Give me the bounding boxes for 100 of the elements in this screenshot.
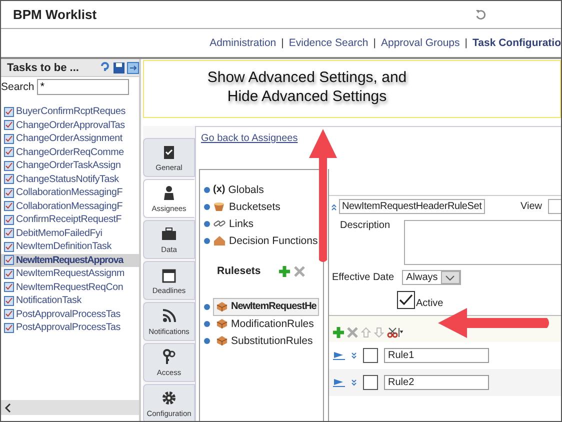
ruleset-name-field[interactable]: NewItemRequestHeaderRuleSet: [339, 199, 485, 214]
feed-icon: [161, 308, 177, 324]
add-icon[interactable]: [333, 326, 344, 338]
task-icon: [4, 268, 14, 279]
ruleset-item[interactable]: SubstitutionRules: [213, 332, 316, 350]
house-icon: [213, 235, 226, 246]
separator: |: [373, 37, 376, 49]
task-item[interactable]: DebitMemoFailedFyi: [1, 226, 139, 240]
task-icon: [4, 214, 14, 225]
description-field[interactable]: [404, 220, 561, 265]
save-icon[interactable]: [113, 62, 125, 74]
dictionary-item[interactable]: Bucketsets: [229, 200, 280, 212]
section-title: Rulesets: [217, 265, 261, 277]
rule-name-field[interactable]: Rule2: [384, 375, 489, 390]
task-item[interactable]: NewItemRequestApprova: [1, 254, 139, 267]
effective-date-dropdown[interactable]: Always: [402, 270, 461, 285]
ruleset-icon: [216, 301, 228, 312]
chevron-down-icon: [445, 274, 456, 280]
task-icon: [4, 242, 14, 252]
ruleset-icon: [216, 318, 228, 329]
collapse-icon[interactable]: [351, 378, 357, 386]
expand-icon[interactable]: [333, 351, 345, 360]
task-item[interactable]: ChangeOrderTaskAssign: [1, 159, 139, 172]
dictionary-item[interactable]: Globals: [228, 184, 264, 196]
ruleset-icon: [216, 335, 228, 346]
task-item[interactable]: ConfirmReceiptRequestF: [1, 213, 139, 226]
task-icon: [4, 134, 14, 144]
task-item[interactable]: NewItemRequestReqCon: [1, 280, 139, 294]
task-icon: [4, 147, 14, 158]
task-item[interactable]: PostApprovalProcessTas: [1, 308, 139, 321]
link-icon: [213, 218, 226, 229]
bullet-icon: [204, 304, 210, 310]
task-icon: [4, 309, 14, 320]
dictionary-item[interactable]: Decision Functions: [229, 234, 318, 246]
help-icon[interactable]: [99, 62, 111, 74]
active-checkbox[interactable]: [397, 291, 415, 309]
task-item[interactable]: NewItemDefinitionTask: [1, 240, 139, 254]
task-item[interactable]: CollaborationMessagingF: [1, 186, 139, 200]
rule-checkbox[interactable]: [363, 348, 378, 363]
ruleset-item[interactable]: NewItemRequestHe: [213, 298, 320, 316]
back-link[interactable]: Go back to Assignees: [201, 133, 298, 144]
task-item[interactable]: ChangeOrderReqComme: [1, 146, 139, 159]
ruleset-item[interactable]: ModificationRules: [213, 314, 317, 332]
delete-icon[interactable]: [294, 266, 305, 276]
task-icon: [4, 296, 14, 306]
keys-icon: [161, 348, 177, 364]
bucket-icon: [213, 201, 226, 212]
task-icon: [4, 322, 14, 333]
task-item[interactable]: ChangeStatusNotifyTask: [1, 172, 139, 186]
nav-link[interactable]: Administration: [210, 37, 276, 49]
task-icon: [4, 188, 14, 198]
effective-date-label: Effective Date: [332, 272, 394, 283]
scroll-left-icon[interactable]: [4, 402, 12, 412]
nav-link[interactable]: Task Configuratio: [472, 37, 561, 49]
add-icon[interactable]: [278, 266, 290, 276]
refresh-icon[interactable]: [475, 8, 487, 20]
bullet-icon: [204, 220, 210, 226]
task-icon: [4, 201, 14, 212]
separator: |: [281, 37, 284, 49]
bullet-icon: [204, 204, 210, 210]
expand-icon[interactable]: [333, 378, 345, 387]
rule-checkbox[interactable]: [363, 375, 378, 390]
annotation-text: Show Advanced Settings, and: [207, 68, 407, 87]
person-icon: [161, 184, 177, 200]
scrollbar[interactable]: [1, 400, 139, 415]
window-title: BPM Worklist: [13, 7, 98, 22]
separator: |: [464, 37, 468, 49]
task-icon: [4, 174, 14, 184]
task-item[interactable]: CollaborationMessagingF: [1, 200, 139, 213]
bullet-icon: [204, 186, 210, 192]
annotation-text: Hide Advanced Settings: [227, 87, 387, 106]
variable-icon: (x): [213, 184, 226, 195]
task-icon: [4, 228, 14, 238]
nav-link[interactable]: Evidence Search: [288, 37, 368, 49]
task-icon: [4, 120, 14, 130]
gear-icon: [161, 390, 177, 406]
collapse-icon[interactable]: [351, 352, 357, 360]
calendar-icon: [161, 266, 177, 282]
export-icon[interactable]: [127, 62, 139, 74]
cut-icon[interactable]: [387, 326, 403, 338]
bullet-icon: [204, 338, 210, 344]
task-icon: [4, 106, 14, 117]
collapse-icon[interactable]: [331, 202, 337, 210]
task-item[interactable]: BuyerConfirmRcptReques: [1, 105, 139, 118]
task-item[interactable]: NotificationTask: [1, 294, 139, 308]
active-label: Active: [416, 298, 444, 309]
rule-name-field[interactable]: Rule1: [384, 348, 489, 363]
view-dropdown[interactable]: [548, 199, 561, 214]
dictionary-item[interactable]: Links: [229, 218, 254, 230]
search-label: Search: [1, 81, 34, 93]
briefcase-icon: [161, 226, 177, 242]
delete-icon[interactable]: [347, 326, 358, 338]
task-item[interactable]: PostApprovalProcessTas: [1, 321, 139, 334]
task-item[interactable]: ChangeOrderApprovalTas: [1, 118, 139, 132]
clipboard-icon: [161, 144, 177, 160]
task-item[interactable]: NewItemRequestAssignm: [1, 267, 139, 280]
search-field[interactable]: *: [37, 79, 130, 95]
nav-link[interactable]: Approval Groups: [380, 37, 460, 49]
task-icon: [4, 282, 14, 292]
task-item[interactable]: ChangeOrderAssignment: [1, 132, 139, 146]
